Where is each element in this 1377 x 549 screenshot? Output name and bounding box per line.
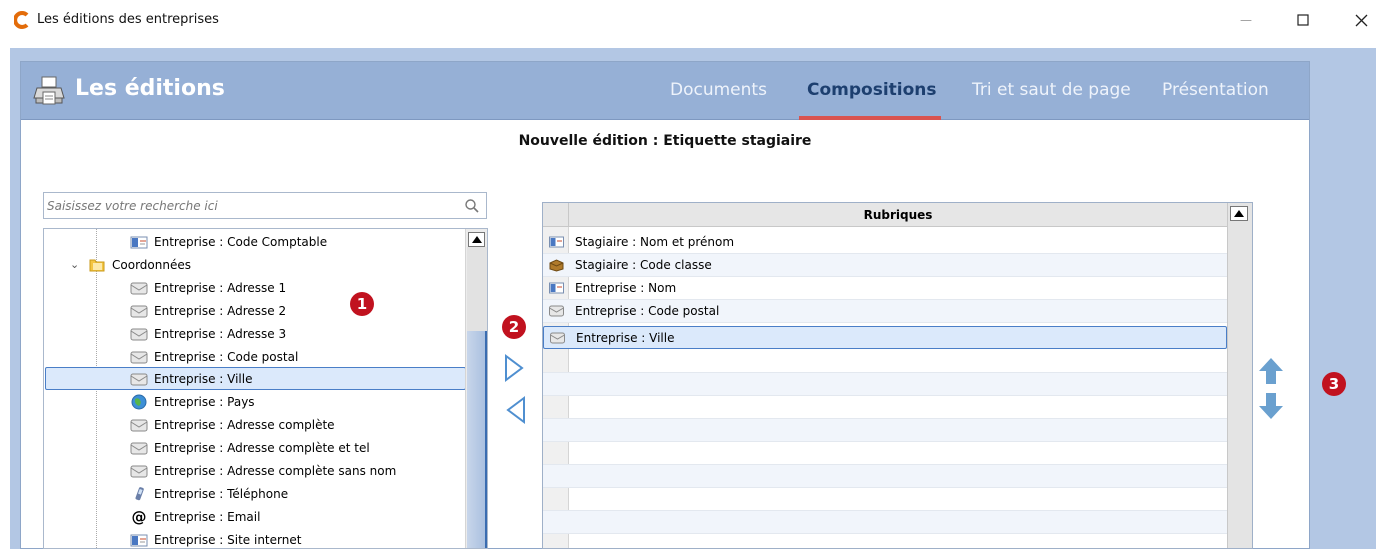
grid-column-header[interactable]: Rubriques	[569, 203, 1227, 227]
close-button[interactable]	[1341, 6, 1377, 34]
tree-item-adresse-2[interactable]: Entreprise : Adresse 2	[130, 299, 286, 322]
grid-scrollbar[interactable]	[1227, 203, 1252, 548]
grid-row-empty	[543, 396, 1227, 419]
id-card-icon	[549, 236, 564, 248]
tree-item-code-postal[interactable]: Entreprise : Code postal	[130, 345, 298, 368]
envelope-icon	[549, 305, 564, 317]
tree-item-adresse-complete[interactable]: Entreprise : Adresse complète	[130, 413, 335, 436]
tab-tri-et-saut-de-page[interactable]: Tri et saut de page	[972, 80, 1131, 100]
grid-row-code-postal[interactable]: Entreprise : Code postal	[543, 300, 1227, 323]
remove-field-button[interactable]	[505, 396, 527, 424]
scroll-up-button[interactable]	[468, 232, 485, 247]
move-down-button[interactable]	[1258, 392, 1284, 420]
grid-row-empty	[543, 419, 1227, 442]
tree-item-pays[interactable]: Entreprise : Pays	[130, 390, 255, 413]
envelope-icon	[130, 351, 148, 363]
envelope-icon	[130, 373, 148, 385]
tree-item-ville[interactable]: Entreprise : Ville	[45, 367, 466, 390]
grid-row-empty	[543, 534, 1227, 548]
add-field-button[interactable]	[503, 354, 525, 382]
tree-item-telephone[interactable]: Entreprise : Téléphone	[130, 482, 288, 505]
tree-item-adresse-3[interactable]: Entreprise : Adresse 3	[130, 322, 286, 345]
grid-row-nom-prenom[interactable]: Stagiaire : Nom et prénom	[543, 231, 1227, 254]
box-icon	[549, 259, 564, 272]
tree-item-site-internet[interactable]: Entreprise : Site internet	[130, 528, 301, 548]
grid-row-empty	[543, 350, 1227, 373]
badge-1: 1	[350, 292, 374, 316]
tree-item-coordonnees[interactable]: ⌄ Coordonnées	[70, 253, 191, 276]
search-box	[43, 192, 487, 219]
scrollbar-thumb[interactable]	[467, 247, 487, 331]
badge-2: 2	[502, 315, 526, 339]
chevron-down-icon[interactable]: ⌄	[70, 258, 84, 271]
active-tab-indicator	[799, 116, 941, 120]
search-icon[interactable]	[464, 198, 480, 214]
rubriques-grid: Rubriques Stagiaire : Nom et prénom Stag…	[542, 202, 1253, 549]
minimize-icon: —	[1240, 13, 1252, 27]
globe-icon	[131, 394, 147, 409]
panel-header: Les éditions Documents Compositions Tri …	[21, 62, 1309, 120]
grid-row-empty	[543, 442, 1227, 465]
badge-3: 3	[1322, 372, 1346, 396]
tree-item-adresse-complete-sans-nom[interactable]: Entreprise : Adresse complète sans nom	[130, 459, 396, 482]
grid-row-code-classe[interactable]: Stagiaire : Code classe	[543, 254, 1227, 277]
envelope-icon	[130, 465, 148, 477]
caret-up-icon	[471, 236, 482, 243]
maximize-button[interactable]	[1283, 6, 1323, 34]
grid-row-ville[interactable]: Entreprise : Ville	[543, 326, 1227, 349]
tree-item-email[interactable]: @ Entreprise : Email	[130, 505, 261, 528]
grid-row-nom[interactable]: Entreprise : Nom	[543, 277, 1227, 300]
folder-icon	[89, 259, 105, 271]
id-card-icon	[130, 534, 148, 546]
envelope-icon	[130, 282, 148, 294]
app-logo-icon	[14, 11, 29, 29]
window-title: Les éditions des entreprises	[37, 12, 219, 27]
page-title: Les éditions	[75, 76, 225, 101]
envelope-icon	[130, 305, 148, 317]
id-card-icon	[549, 282, 564, 294]
scrollbar-track[interactable]	[467, 331, 487, 548]
printer-icon	[33, 76, 65, 105]
caret-up-icon	[1234, 210, 1244, 217]
maximize-icon	[1297, 14, 1309, 26]
id-card-icon	[130, 236, 148, 248]
tab-presentation[interactable]: Présentation	[1162, 80, 1269, 100]
minimize-button[interactable]: —	[1226, 6, 1266, 34]
tree-item-adresse-complete-et-tel[interactable]: Entreprise : Adresse complète et tel	[130, 436, 370, 459]
envelope-icon	[130, 419, 148, 431]
at-sign-icon: @	[131, 507, 147, 526]
grid-corner	[543, 203, 569, 227]
grid-row-empty	[543, 511, 1227, 534]
fields-tree: Entreprise : Code Comptable ⌄ Coordonnée…	[43, 228, 488, 549]
edition-title: Nouvelle édition : Etiquette stagiaire	[518, 133, 812, 149]
tree-item-adresse-1[interactable]: Entreprise : Adresse 1	[130, 276, 286, 299]
close-icon	[1355, 14, 1367, 26]
grid-row-empty	[543, 465, 1227, 488]
envelope-icon	[130, 442, 148, 454]
tree-scrollbar[interactable]	[465, 229, 487, 548]
phone-icon	[135, 486, 144, 500]
tab-compositions[interactable]: Compositions	[807, 80, 937, 100]
grid-row-empty	[543, 373, 1227, 396]
search-input[interactable]	[44, 193, 458, 218]
grid-scroll-up-button[interactable]	[1230, 206, 1248, 221]
tab-documents[interactable]: Documents	[670, 80, 767, 100]
title-bar: Les éditions des entreprises —	[0, 0, 1377, 40]
tree-item-code-comptable[interactable]: Entreprise : Code Comptable	[130, 230, 327, 253]
grid-row-empty	[543, 488, 1227, 511]
move-up-button[interactable]	[1258, 357, 1284, 385]
envelope-icon	[550, 332, 565, 344]
envelope-icon	[130, 328, 148, 340]
